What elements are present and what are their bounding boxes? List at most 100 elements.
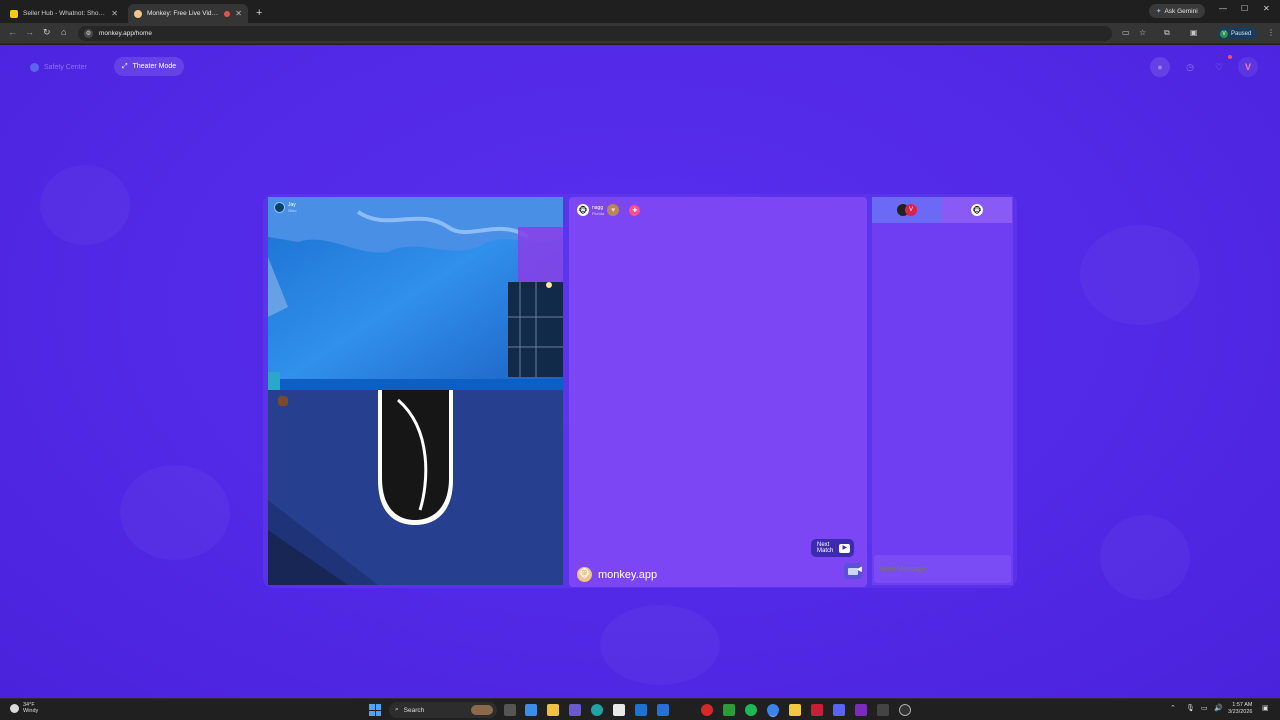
close-tab-icon[interactable]: ✕ [235, 9, 242, 18]
file-explorer-icon[interactable] [547, 704, 559, 716]
send-message-input[interactable] [874, 555, 1011, 583]
windows-start-icon[interactable] [369, 704, 381, 716]
camera-toggle-icon[interactable] [278, 396, 288, 406]
capcut-icon[interactable] [877, 704, 889, 716]
bananas-icon[interactable]: ● [1150, 57, 1170, 77]
weather-wind-icon [10, 703, 19, 713]
opera-icon[interactable] [701, 704, 713, 716]
browser-tab-whatnot[interactable]: Seller Hub - Whatnot: Shop, Se ✕ [4, 4, 124, 23]
ask-gemini-label: Ask Gemini [1164, 7, 1198, 15]
home-icon[interactable]: ⌂ [61, 27, 66, 37]
monkey-brand: 🐵 monkey.app [577, 567, 657, 582]
site-info-icon[interactable]: ⚙ [84, 29, 93, 38]
store-icon[interactable] [613, 704, 625, 716]
match-panel: 🐵 nagg Florida ♥ ✚ Next Match ▶ 🐵 monkey… [569, 197, 867, 587]
remote-user-badge[interactable]: Jay Ohio [274, 202, 296, 213]
match-user-name: nagg [592, 204, 604, 211]
minimize-window-icon[interactable]: — [1219, 4, 1227, 13]
folder-icon[interactable] [789, 704, 801, 716]
task-view-icon[interactable] [504, 704, 516, 716]
defender-icon[interactable] [657, 704, 669, 716]
history-clock-icon[interactable]: ◷ [1180, 57, 1200, 77]
like-heart-icon[interactable]: ♥ [607, 204, 620, 216]
browser-menu-icon[interactable]: ⋮ [1267, 28, 1275, 37]
match-user-badge[interactable]: 🐵 nagg Florida ♥ ✚ [577, 204, 641, 216]
recording-indicator-icon [224, 10, 231, 17]
side-panel-icon[interactable]: ▣ [1190, 28, 1198, 37]
theater-mode-label: Theater Mode [132, 63, 177, 70]
gift-icon[interactable]: ✚ [629, 204, 641, 216]
close-window-icon[interactable]: ✕ [1263, 4, 1270, 13]
weather-widget[interactable]: 34°F Windy [10, 702, 38, 714]
xbox-icon[interactable] [723, 704, 735, 716]
search-icon: ⌕ [395, 706, 399, 713]
obs-icon[interactable] [899, 704, 911, 716]
address-bar[interactable]: ⚙ monkey.app/home [78, 26, 1112, 41]
brand-label: monkey.app [598, 568, 658, 581]
chat-panel: V 🐵 [872, 197, 1013, 585]
browser-toolbar: ← → ↻ ⌂ ⚙ monkey.app/home ▭ ☆ ⧉ ▣ V Paus… [0, 23, 1280, 44]
edge-icon[interactable] [591, 704, 603, 716]
remote-video-frame [268, 197, 563, 390]
volume-icon[interactable]: 🔊 [1214, 704, 1223, 712]
background-pattern [120, 465, 230, 560]
extensions-icon[interactable]: ⧉ [1164, 28, 1170, 38]
url-text: monkey.app/home [99, 30, 152, 37]
search-highlight-icon [471, 705, 493, 715]
chat-tabs: V 🐵 [872, 197, 1013, 223]
safety-center-link[interactable]: Safety Center [30, 59, 87, 75]
shield-icon [30, 62, 39, 72]
messages-icon[interactable]: ♡ [1209, 57, 1229, 77]
gemini-sparkle-icon: ✦ [1156, 8, 1162, 15]
search-label: Search [403, 706, 425, 714]
next-match-line2: Match [817, 548, 834, 554]
copilot-icon[interactable] [525, 704, 537, 716]
background-pattern [1100, 515, 1190, 600]
safety-center-label: Safety Center [44, 63, 87, 71]
expand-icon: ⤢ [122, 62, 128, 70]
chat-tab-match[interactable]: 🐵 [942, 197, 1012, 223]
spotify-icon[interactable] [745, 704, 757, 716]
microphone-icon[interactable]: 🎙 [1186, 704, 1195, 712]
close-tab-icon[interactable]: ✕ [111, 9, 118, 18]
discord-icon[interactable] [833, 704, 845, 716]
remote-video: Jay Ohio [268, 197, 563, 390]
app-red-icon[interactable] [811, 704, 823, 716]
tab-title: Seller Hub - Whatnot: Shop, Se [23, 10, 107, 17]
self-avatar-icon: V [905, 204, 917, 216]
forward-arrow-icon[interactable]: → [25, 27, 34, 37]
weather-desc: Windy [23, 708, 39, 714]
teams-icon[interactable] [569, 704, 581, 716]
whatnot-app-icon[interactable] [855, 704, 867, 716]
mouse-cursor [856, 566, 865, 574]
match-user-location: Florida [592, 210, 605, 216]
chevron-up-icon[interactable]: ⌃ [1170, 704, 1176, 712]
new-tab-button[interactable]: + [256, 4, 262, 23]
browser-tabstrip: Seller Hub - Whatnot: Shop, Se ✕ Monkey:… [0, 0, 1280, 23]
profile-status: Paused [1231, 30, 1252, 37]
cast-icon[interactable]: ▭ [1122, 28, 1130, 37]
outlook-icon[interactable] [635, 704, 647, 716]
profile-avatar: V [1220, 29, 1228, 38]
bookmark-star-icon[interactable]: ☆ [1139, 28, 1146, 37]
profile-button[interactable]: V Paused [1217, 27, 1258, 40]
remote-user-location: Ohio [288, 208, 297, 213]
browser-tab-monkey[interactable]: Monkey: Free Live Video C ✕ [128, 4, 248, 23]
monkey-logo-icon: 🐵 [577, 567, 592, 582]
tab-title: Monkey: Free Live Video C [147, 10, 220, 17]
theater-mode-button[interactable]: ⤢ Theater Mode [114, 57, 185, 76]
back-arrow-icon[interactable]: ← [8, 27, 17, 37]
chrome-icon[interactable] [767, 704, 779, 716]
system-clock[interactable]: 1:57 AM 3/23/2026 [1228, 702, 1252, 716]
maximize-window-icon[interactable]: ☐ [1241, 4, 1248, 13]
ask-gemini-button[interactable]: ✦ Ask Gemini [1149, 4, 1205, 18]
network-icon[interactable]: ▭ [1201, 704, 1208, 712]
notifications-icon[interactable]: ▣ [1262, 704, 1269, 712]
next-match-tooltip: Next Match ▶ [811, 539, 855, 557]
taskbar-search[interactable]: ⌕ Search [389, 702, 497, 718]
user-avatar[interactable]: V [1238, 57, 1258, 77]
chat-tab-participants[interactable]: V [872, 197, 942, 223]
monkey-avatar-icon: 🐵 [971, 204, 983, 216]
self-video [268, 390, 563, 585]
reload-icon[interactable]: ↻ [43, 27, 51, 38]
